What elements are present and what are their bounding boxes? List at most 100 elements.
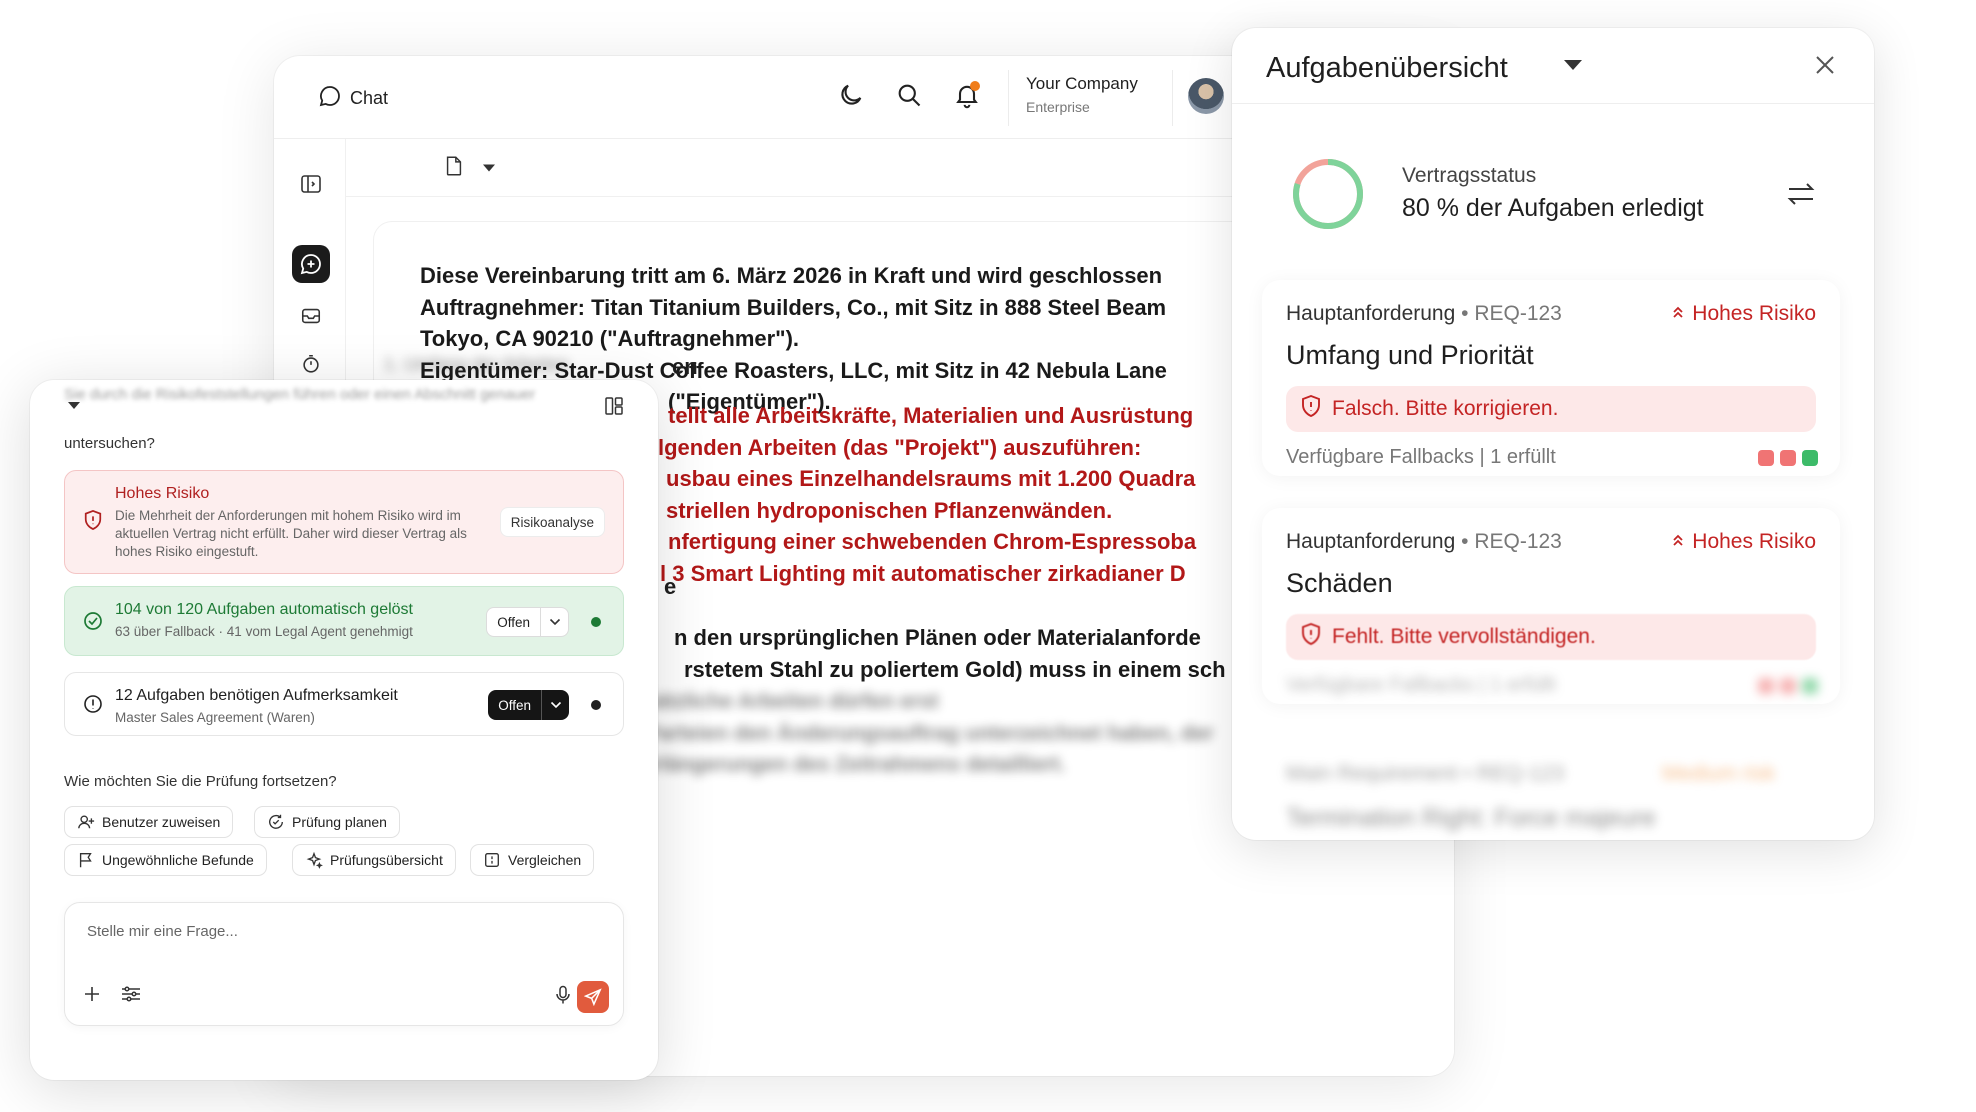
requirement-meta: Hauptanforderung • REQ-123 bbox=[1286, 302, 1562, 325]
plus-icon[interactable] bbox=[83, 985, 101, 1008]
close-icon[interactable] bbox=[1810, 50, 1840, 80]
scope-line: l 3 Smart Lighting mit automatischer zir… bbox=[660, 560, 1186, 586]
chat-input[interactable] bbox=[87, 923, 587, 940]
shield-alert-icon bbox=[83, 509, 103, 536]
assistant-message: untersuchen? bbox=[64, 435, 155, 452]
chevron-down-icon[interactable] bbox=[540, 608, 568, 636]
open-split-button[interactable]: Offen bbox=[486, 607, 569, 637]
status-dot bbox=[1758, 678, 1774, 694]
risk-badge: Hohes Risiko bbox=[1672, 530, 1816, 554]
open-split-button[interactable]: Offen bbox=[488, 690, 569, 720]
status-dot bbox=[1802, 450, 1818, 466]
card-title: 104 von 120 Aufgaben automatisch gelöst bbox=[115, 601, 413, 618]
chat-input-box bbox=[64, 902, 624, 1026]
attention-tasks-card: 12 Aufgaben benötigen Aufmerksamkeit Mas… bbox=[64, 672, 624, 736]
alert-text: Fehlt. Bitte vervollständigen. bbox=[1332, 625, 1596, 648]
sparkle-icon bbox=[306, 851, 323, 869]
compare-chip[interactable]: Vergleichen bbox=[470, 844, 595, 876]
chevron-down-icon[interactable] bbox=[1564, 60, 1582, 70]
status-dot bbox=[591, 617, 601, 627]
section-heading: e bbox=[664, 574, 677, 599]
document-icon[interactable] bbox=[444, 155, 464, 182]
refresh-check-icon bbox=[269, 814, 283, 829]
scope-line: nfertigung einer schwebenden Chrom-Espre… bbox=[668, 529, 1197, 554]
requirement-card[interactable]: Hauptanforderung • REQ-123 Hohes Risiko … bbox=[1262, 280, 1840, 476]
company-switcher[interactable]: Your Company Enterprise bbox=[1026, 74, 1138, 115]
chevron-down-icon[interactable] bbox=[482, 160, 496, 178]
card-title: 12 Aufgaben benötigen Aufmerksamkeit bbox=[115, 687, 398, 704]
fallback-status-dots bbox=[1758, 450, 1818, 466]
requirement-title: Umfang und Priorität bbox=[1286, 340, 1534, 370]
avatar[interactable] bbox=[1188, 78, 1224, 114]
shield-alert-icon bbox=[1300, 394, 1322, 424]
risk-analysis-button[interactable]: Risikoanalyse bbox=[499, 507, 605, 537]
card-text: Die Mehrheit der Anforderungen mit hohem… bbox=[115, 508, 467, 559]
card-title: Hohes Risiko bbox=[115, 485, 210, 502]
scope-line: striellen hydroponischen Pflanzenwänden. bbox=[666, 497, 1113, 523]
compare-icon bbox=[485, 853, 499, 867]
contract-line: Diese Vereinbarung tritt am 6. März 2026… bbox=[420, 263, 1163, 288]
status-label: Vertragsstatus bbox=[1402, 164, 1537, 187]
high-risk-card: Hohes Risiko Die Mehrheit der Anforderun… bbox=[64, 470, 624, 574]
send-icon bbox=[584, 988, 602, 1006]
card-subtitle: Master Sales Agreement (Waren) bbox=[115, 710, 315, 725]
double-chevron-up-icon bbox=[1672, 530, 1684, 554]
swap-icon[interactable] bbox=[1786, 180, 1816, 213]
requirement-kind: Hauptanforderung bbox=[1286, 302, 1456, 325]
chip-label: Vergleichen bbox=[508, 852, 582, 868]
layout-icon[interactable] bbox=[604, 396, 624, 421]
plan-review-chip[interactable]: Prüfung planen bbox=[254, 806, 400, 838]
fallbacks-text: Verfügbare Fallbacks | 1 erfüllt bbox=[1286, 446, 1556, 468]
requirement-meta: Hauptanforderung • REQ-123 bbox=[1286, 530, 1562, 553]
chat-tab[interactable]: Chat bbox=[318, 84, 388, 113]
open-button-label[interactable]: Offen bbox=[488, 690, 541, 720]
open-button-label[interactable]: Offen bbox=[487, 608, 540, 636]
sliders-icon[interactable] bbox=[121, 985, 141, 1008]
blurred-message: Sie durch die Risikofeststellungen führe… bbox=[64, 386, 536, 403]
sidebar-toggle-icon[interactable] bbox=[292, 165, 330, 203]
assistant-chat-panel: Sie durch die Risikofeststellungen führe… bbox=[30, 380, 658, 1080]
divider bbox=[1172, 70, 1173, 126]
chip-label: Ungewöhnliche Befunde bbox=[102, 852, 254, 868]
chevron-down-icon[interactable] bbox=[541, 690, 569, 720]
requirement-kind: Hauptanforderung bbox=[1286, 530, 1456, 553]
blurred-risk: Medium risk bbox=[1662, 762, 1776, 785]
risk-label: Hohes Risiko bbox=[1692, 302, 1816, 325]
timer-icon[interactable] bbox=[292, 345, 330, 383]
review-summary-chip[interactable]: Prüfungsübersicht bbox=[292, 844, 456, 876]
changes-lines: n den ursprünglichen Plänen oder Materia… bbox=[674, 622, 1226, 685]
solved-tasks-card: 104 von 120 Aufgaben automatisch gelöst … bbox=[64, 586, 624, 656]
blurred-title: Termination Right: Force majeure bbox=[1286, 804, 1656, 832]
task-overview-panel: Aufgabenübersicht Vertragsstatus 80 % de… bbox=[1232, 28, 1874, 840]
section-heading: en bbox=[672, 354, 698, 379]
assistant-question: Wie möchten Sie die Prüfung fortsetzen? bbox=[64, 773, 337, 790]
blurred-requirement: Main Requirement • REQ-123 bbox=[1286, 762, 1565, 785]
bell-icon[interactable] bbox=[950, 78, 984, 112]
check-circle-icon bbox=[83, 611, 103, 636]
progress-ring bbox=[1293, 159, 1363, 229]
chip-label: Prüfungsübersicht bbox=[330, 852, 443, 868]
send-button[interactable] bbox=[577, 981, 609, 1013]
unusual-findings-chip[interactable]: Ungewöhnliche Befunde bbox=[64, 844, 267, 876]
moon-icon[interactable] bbox=[834, 78, 868, 112]
flag-icon bbox=[79, 853, 92, 868]
user-plus-icon bbox=[78, 815, 95, 829]
requirement-card[interactable]: Hauptanforderung • REQ-123 Hohes Risiko … bbox=[1262, 508, 1840, 704]
card-subtitle: 63 über Fallback · 41 vom Legal Agent ge… bbox=[115, 624, 413, 639]
contract-line: Tokyo, CA 90210 ("Auftragnehmer"). bbox=[420, 326, 800, 351]
changes-line: rstetem Stahl zu poliertem Gold) muss in… bbox=[684, 656, 1226, 682]
search-icon[interactable] bbox=[892, 78, 926, 112]
chevron-down-icon[interactable] bbox=[68, 402, 80, 409]
microphone-icon[interactable] bbox=[555, 985, 571, 1010]
assign-user-chip[interactable]: Benutzer zuweisen bbox=[64, 806, 234, 838]
requirement-title: Schäden bbox=[1286, 568, 1393, 598]
alert-circle-icon bbox=[83, 694, 103, 719]
risk-label: Hohes Risiko bbox=[1692, 530, 1816, 553]
fallback-status-dots bbox=[1758, 678, 1818, 694]
chip-label: Prüfung planen bbox=[292, 814, 387, 830]
inbox-icon[interactable] bbox=[292, 297, 330, 335]
requirement-alert: Falsch. Bitte korrigieren. bbox=[1286, 386, 1816, 432]
scope-line: usbau eines Einzelhandelsraums mit 1.200… bbox=[666, 466, 1196, 491]
new-chat-icon[interactable] bbox=[292, 245, 330, 283]
status-dot bbox=[591, 700, 601, 710]
